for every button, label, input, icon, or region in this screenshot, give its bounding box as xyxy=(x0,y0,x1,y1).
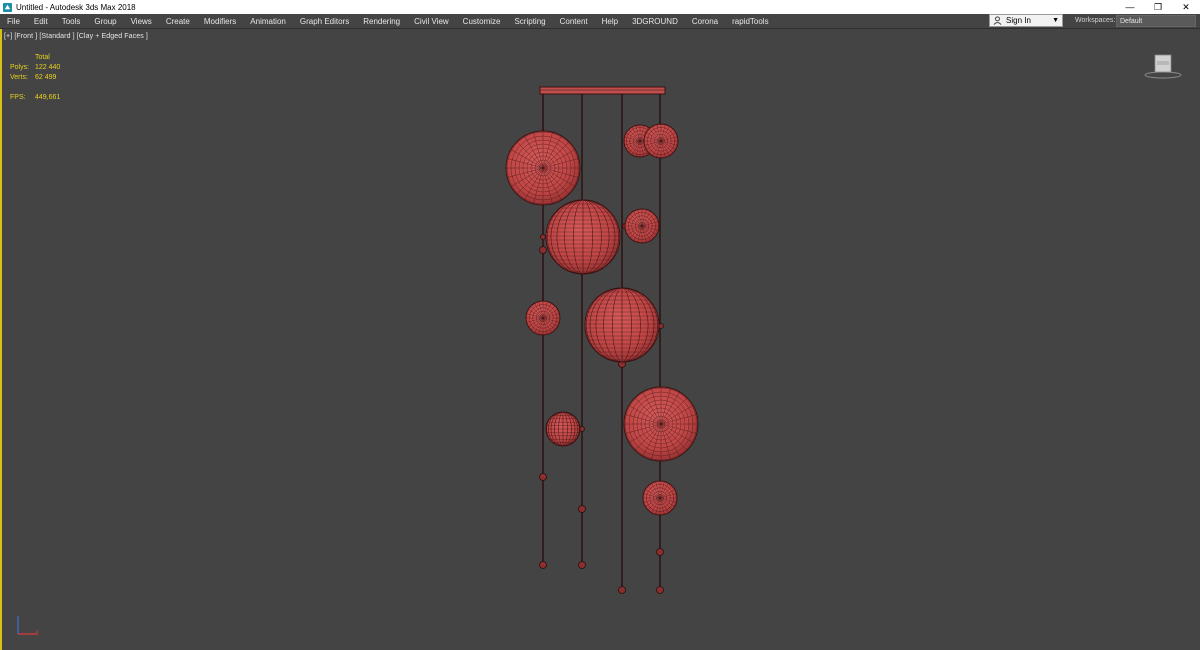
cable-end-cap[interactable] xyxy=(618,586,626,594)
spheres[interactable] xyxy=(505,123,699,516)
cable-end-cap[interactable] xyxy=(539,561,547,569)
cable-node[interactable] xyxy=(540,234,546,240)
axis-tripod-icon: x xyxy=(17,616,39,635)
sphere-shade[interactable] xyxy=(624,208,660,244)
cable-end-cap[interactable] xyxy=(656,586,664,594)
cable-node[interactable] xyxy=(656,548,664,556)
svg-text:x: x xyxy=(36,629,39,635)
sphere-shade[interactable] xyxy=(642,480,678,516)
cable-node[interactable] xyxy=(539,246,547,254)
sphere-shade[interactable] xyxy=(545,411,581,447)
sphere-shade[interactable] xyxy=(525,300,561,336)
sphere-shade[interactable] xyxy=(623,386,699,462)
sphere-shade[interactable] xyxy=(643,123,679,159)
cable-node[interactable] xyxy=(578,505,586,513)
cable-end-cap[interactable] xyxy=(578,561,586,569)
sphere-shade[interactable] xyxy=(584,287,660,363)
scene-canvas[interactable] xyxy=(0,0,1200,650)
cable-node[interactable] xyxy=(539,473,547,481)
sphere-shade[interactable] xyxy=(545,199,621,275)
sphere-shade[interactable] xyxy=(505,130,581,206)
canopy[interactable] xyxy=(539,86,666,95)
